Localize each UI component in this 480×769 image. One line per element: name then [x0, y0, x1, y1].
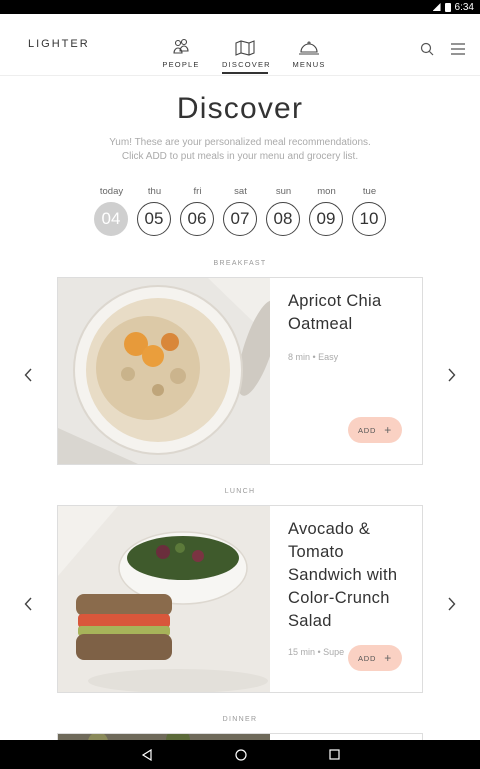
meal-card-lunch[interactable]: Avocado & Tomato Sandwich with Color-Cru… — [57, 505, 423, 693]
search-icon[interactable] — [420, 42, 434, 56]
day-number: 10 — [352, 202, 386, 236]
add-breakfast-button[interactable]: ADD + — [348, 417, 402, 443]
section-label-lunch: LUNCH — [224, 488, 256, 495]
recipe-title-line: Avocado & — [288, 520, 371, 538]
recipe-title[interactable]: Apricot Chia Oatmeal — [288, 290, 420, 336]
chevron-left-icon — [24, 368, 32, 382]
nav-people[interactable]: PEOPLE — [158, 34, 204, 74]
day-name: tue — [362, 186, 377, 197]
map-icon — [235, 40, 255, 56]
day-tue[interactable]: tue 10 — [352, 186, 387, 236]
add-label: ADD — [357, 653, 377, 663]
cloche-icon — [299, 41, 319, 55]
day-number: 07 — [223, 202, 257, 236]
meal-info: Apricot Chia Oatmeal 8 min • Easy — [288, 290, 420, 362]
chevron-right-icon — [447, 597, 455, 611]
day-name: mon — [317, 186, 336, 197]
day-number: 08 — [266, 202, 300, 236]
page-subtitle: Yum! These are your personalized meal re… — [0, 136, 480, 164]
chevron-right-icon — [447, 368, 455, 382]
plus-icon: + — [384, 423, 393, 437]
back-icon[interactable] — [141, 748, 153, 761]
section-label-breakfast: BREAKFAST — [213, 260, 267, 267]
recipe-title-line: Sandwich with — [288, 566, 398, 584]
add-label: ADD — [357, 425, 377, 435]
lunch-prev-arrow[interactable] — [20, 596, 36, 612]
status-time: 6:34 — [454, 1, 474, 13]
nav-discover-label: DISCOVER — [222, 60, 271, 69]
day-name: today — [99, 186, 124, 197]
chevron-left-icon — [24, 597, 32, 611]
wifi-icon — [432, 3, 441, 11]
day-sun[interactable]: sun 08 — [266, 186, 301, 236]
meal-card-dinner[interactable] — [57, 733, 423, 740]
day-thu[interactable]: thu 05 — [137, 186, 172, 236]
meal-card-breakfast[interactable]: Apricot Chia Oatmeal 8 min • Easy ADD + — [57, 277, 423, 465]
plus-icon: + — [384, 651, 393, 665]
recipe-title[interactable]: Avocado & Tomato Sandwich with Color-Cru… — [288, 518, 420, 633]
day-number: 09 — [309, 202, 343, 236]
day-sat[interactable]: sat 07 — [223, 186, 258, 236]
home-icon[interactable] — [234, 748, 247, 761]
day-number: 06 — [180, 202, 214, 236]
app-bar: LIGHTER PEOPLE DISCOVER MENUS — [0, 14, 480, 76]
nav-people-label: PEOPLE — [162, 60, 200, 69]
meal-info: Avocado & Tomato Sandwich with Color-Cru… — [288, 518, 420, 657]
recipe-title-line: Apricot Chia — [288, 292, 382, 310]
recent-apps-icon[interactable] — [328, 749, 340, 760]
recipe-title-line: Salad — [288, 612, 332, 630]
day-picker: today 04 thu 05 fri 06 sat 07 sun 08 mon… — [94, 186, 387, 236]
section-label-dinner: DINNER — [222, 716, 258, 723]
subtitle-line-2: Click ADD to put meals in your menu and … — [121, 151, 359, 162]
recipe-title-line: Oatmeal — [288, 315, 353, 333]
add-lunch-button[interactable]: ADD + — [348, 645, 402, 671]
day-today[interactable]: today 04 — [94, 186, 129, 236]
active-tab-indicator — [222, 72, 268, 74]
system-nav-bar — [0, 740, 480, 769]
day-name: thu — [147, 186, 162, 197]
day-number: 05 — [137, 202, 171, 236]
nav-menus-label: MENUS — [292, 60, 326, 69]
day-name: sun — [275, 186, 292, 197]
subtitle-line-1: Yum! These are your personalized meal re… — [109, 137, 371, 148]
battery-icon — [444, 2, 451, 12]
hamburger-menu-icon[interactable] — [450, 43, 466, 55]
day-mon[interactable]: mon 09 — [309, 186, 344, 236]
day-number: 04 — [94, 202, 128, 236]
status-bar: 6:34 — [0, 0, 480, 14]
main-nav: PEOPLE DISCOVER MENUS — [158, 34, 332, 74]
recipe-meta: 8 min • Easy — [288, 352, 339, 362]
recipe-title-line: Color-Crunch — [288, 589, 390, 607]
page-title: Discover — [176, 92, 304, 125]
nav-discover[interactable]: DISCOVER — [222, 34, 271, 74]
day-fri[interactable]: fri 06 — [180, 186, 215, 236]
breakfast-prev-arrow[interactable] — [20, 367, 36, 383]
sandwich-salad-photo — [58, 506, 270, 692]
brand-logo[interactable]: LIGHTER — [28, 38, 90, 50]
breakfast-next-arrow[interactable] — [443, 367, 459, 383]
nav-menus[interactable]: MENUS — [286, 34, 332, 74]
day-name: fri — [193, 186, 202, 197]
lunch-next-arrow[interactable] — [443, 596, 459, 612]
oatmeal-photo — [58, 278, 270, 464]
day-name: sat — [234, 186, 247, 197]
recipe-title-line: Tomato — [288, 543, 344, 561]
people-icon — [173, 38, 189, 54]
discover-page: Discover Yum! These are your personalize… — [0, 76, 480, 740]
